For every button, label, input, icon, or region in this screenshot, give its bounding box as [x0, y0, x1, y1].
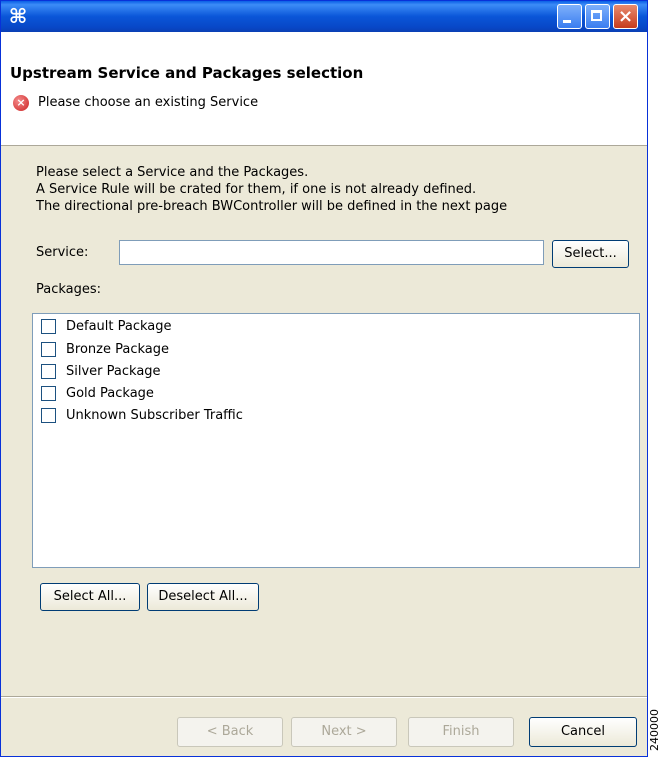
checkbox[interactable] — [41, 319, 56, 334]
intro-text: Please select a Service and the Packages… — [36, 164, 507, 215]
intro-line-2: A Service Rule will be crated for them, … — [36, 182, 477, 197]
figure-id: 240000 — [648, 709, 661, 751]
checkbox[interactable] — [41, 408, 56, 423]
service-input[interactable] — [119, 240, 544, 265]
page-title: Upstream Service and Packages selection — [10, 64, 364, 82]
checkbox[interactable] — [41, 364, 56, 379]
list-item[interactable]: Silver Package — [41, 362, 161, 381]
finish-button[interactable]: Finish — [408, 717, 514, 747]
checkbox[interactable] — [41, 386, 56, 401]
app-icon: ⌘ — [8, 4, 28, 28]
package-label: Gold Package — [66, 386, 154, 401]
intro-line-1: Please select a Service and the Packages… — [36, 165, 309, 180]
cancel-button[interactable]: Cancel — [529, 717, 637, 747]
package-label: Silver Package — [66, 364, 161, 379]
error-message: Please choose an existing Service — [38, 95, 259, 110]
package-label: Default Package — [66, 319, 172, 334]
packages-list[interactable]: Default Package Bronze Package Silver Pa… — [32, 313, 640, 568]
packages-label: Packages: — [36, 282, 102, 297]
list-item[interactable]: Gold Package — [41, 384, 154, 403]
list-item[interactable]: Bronze Package — [41, 340, 169, 359]
checkbox[interactable] — [41, 342, 56, 357]
intro-line-3: The directional pre-breach BWController … — [36, 199, 508, 214]
maximize-button[interactable] — [585, 4, 610, 29]
title-bar[interactable]: ⌘ × — [1, 1, 647, 32]
minimize-button[interactable] — [557, 4, 582, 29]
close-button[interactable]: × — [613, 4, 638, 29]
wizard-header: Upstream Service and Packages selection … — [1, 32, 647, 146]
back-button[interactable]: < Back — [177, 717, 283, 747]
close-icon: × — [617, 6, 634, 27]
deselect-all-button[interactable]: Deselect All... — [147, 583, 259, 611]
list-item[interactable]: Default Package — [41, 317, 172, 336]
error-icon: × — [13, 95, 29, 111]
package-label: Unknown Subscriber Traffic — [66, 408, 243, 423]
next-button[interactable]: Next > — [291, 717, 397, 747]
list-item[interactable]: Unknown Subscriber Traffic — [41, 406, 243, 425]
footer-divider — [1, 696, 647, 698]
wizard-window: ⌘ × Upstream Service and Packages select… — [0, 0, 648, 757]
select-service-button[interactable]: Select... — [552, 240, 629, 268]
service-label: Service: — [36, 245, 89, 260]
package-label: Bronze Package — [66, 342, 170, 357]
select-all-button[interactable]: Select All... — [40, 583, 140, 611]
